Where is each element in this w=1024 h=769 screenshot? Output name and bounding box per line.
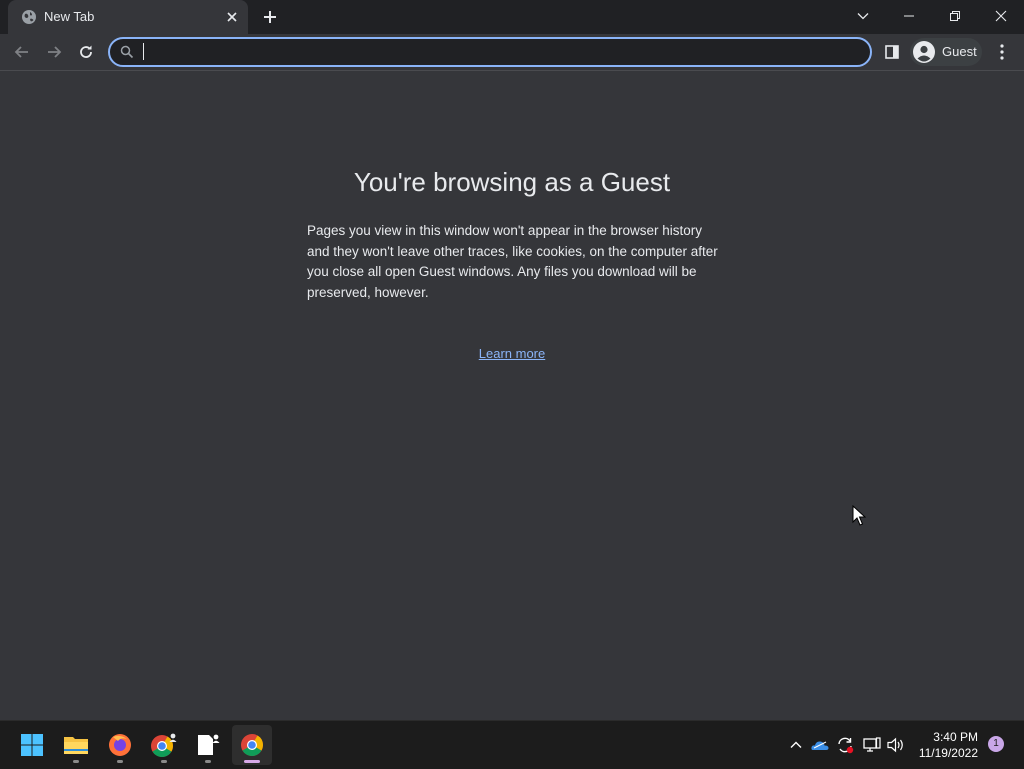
taskbar: 3:40 PM 11/19/2022 1 <box>0 720 1024 769</box>
tab-title: New Tab <box>44 9 95 24</box>
onedrive-tray-button[interactable] <box>810 735 830 755</box>
text-caret <box>143 43 144 60</box>
globe-icon <box>22 10 36 24</box>
side-panel-icon <box>885 45 899 59</box>
chrome-icon <box>241 734 263 756</box>
guest-description: Pages you view in this window won't appe… <box>307 223 718 300</box>
taskbar-clock[interactable]: 3:40 PM 11/19/2022 <box>912 729 978 761</box>
sync-error-icon <box>838 737 854 754</box>
active-indicator <box>244 760 260 763</box>
notepad-icon <box>198 734 220 755</box>
title-bar: New Tab <box>0 0 1024 34</box>
tab-new-tab[interactable]: New Tab <box>8 0 248 34</box>
tab-search-button[interactable] <box>840 0 886 32</box>
chevron-up-icon <box>790 741 802 748</box>
show-hidden-icons-button[interactable] <box>786 735 806 755</box>
reload-button[interactable] <box>74 40 98 64</box>
network-tray-button[interactable] <box>862 735 882 755</box>
chrome-guest-button[interactable] <box>144 725 184 765</box>
restore-button[interactable] <box>932 0 978 32</box>
page-title: You're browsing as a Guest <box>353 167 671 197</box>
firefox-button[interactable] <box>100 725 140 765</box>
kebab-menu-icon <box>1000 44 1004 60</box>
file-explorer-button[interactable] <box>56 725 96 765</box>
start-button[interactable] <box>12 725 52 765</box>
profile-button[interactable]: Guest <box>910 38 982 66</box>
address-input[interactable] <box>142 41 842 63</box>
browser-menu-button[interactable] <box>992 40 1012 64</box>
notepad-button[interactable] <box>188 725 228 765</box>
close-window-button[interactable] <box>978 0 1024 32</box>
volume-tray-button[interactable] <box>886 735 906 755</box>
running-indicator <box>161 760 167 763</box>
firefox-icon <box>109 734 131 756</box>
back-button[interactable] <box>10 40 34 64</box>
minimize-button[interactable] <box>886 0 932 32</box>
arrow-right-icon <box>48 46 62 58</box>
speaker-icon <box>887 737 903 753</box>
clock-date: 11/19/2022 <box>918 746 978 760</box>
network-monitor-icon <box>863 737 881 752</box>
guest-page: You're browsing as a Guest Pages you vie… <box>0 71 1024 720</box>
close-icon <box>995 10 1007 22</box>
folder-icon <box>64 737 88 754</box>
forward-button[interactable] <box>42 40 66 64</box>
arrow-left-icon <box>14 46 28 58</box>
new-tab-plus-icon[interactable] <box>258 5 282 29</box>
running-indicator <box>73 760 79 763</box>
notification-count-badge[interactable]: 1 <box>988 736 1004 752</box>
minimize-icon <box>904 15 914 17</box>
running-indicator <box>117 760 123 763</box>
sync-tray-button[interactable] <box>835 735 855 755</box>
toolbar: Guest <box>0 34 1024 71</box>
clock-time: 3:40 PM <box>933 730 978 744</box>
windows-logo-icon <box>21 734 43 756</box>
profile-label: Guest <box>942 44 977 59</box>
reload-icon <box>80 45 92 58</box>
running-indicator <box>205 760 211 763</box>
chevron-down-icon <box>857 13 869 20</box>
mouse-cursor-icon <box>852 505 866 526</box>
chrome-guest-icon <box>151 733 177 757</box>
chrome-button[interactable] <box>232 725 272 765</box>
close-tab-icon[interactable] <box>224 9 240 25</box>
side-panel-button[interactable] <box>880 40 904 64</box>
onedrive-cloud-icon <box>811 741 829 750</box>
avatar-icon <box>913 41 935 63</box>
learn-more-link[interactable]: Learn more <box>0 346 1024 361</box>
search-icon <box>120 45 134 59</box>
restore-icon <box>950 11 960 21</box>
address-bar[interactable] <box>108 37 872 67</box>
